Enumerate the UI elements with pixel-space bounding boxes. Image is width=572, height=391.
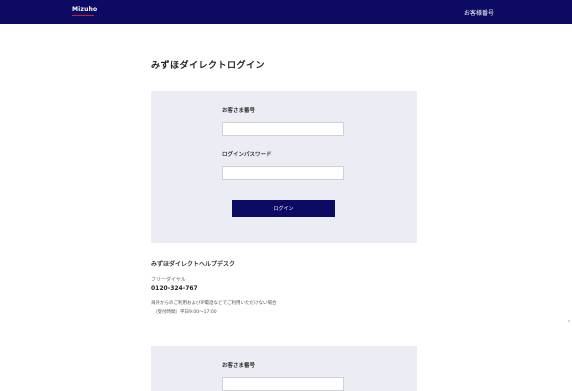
login-button[interactable]: ログイン: [232, 200, 335, 217]
customer-number-label: お客さま番号: [222, 108, 256, 114]
top-navigation-bar: Mizuho お客様番号: [0, 0, 572, 24]
help-desk-hours: （受付時間）平日9:00〜17:00: [153, 310, 217, 315]
header-link[interactable]: お客様番号: [464, 8, 494, 17]
logo-underline: [72, 15, 94, 16]
help-desk-title: みずほダイレクトヘルプデスク: [151, 261, 236, 268]
page: Mizuho お客様番号 みずほダイレクトログイン お客さま番号 ログインパスワ…: [0, 0, 572, 391]
password-label: ログインパスワード: [222, 152, 272, 158]
customer-number-input[interactable]: [222, 122, 344, 136]
mizuho-logo[interactable]: Mizuho: [72, 6, 104, 18]
page-title: みずほダイレクトログイン: [151, 61, 266, 71]
logo-text: Mizuho: [72, 6, 98, 13]
help-desk-phone[interactable]: 0120-324-767: [151, 285, 198, 292]
help-desk-subtitle: フリーダイヤル: [151, 277, 186, 283]
help-desk-note: 海外からのご利用およびIP電話などでご利用いただけない場合: [151, 301, 277, 306]
customer-number-label-2: お客さま番号: [222, 363, 256, 369]
login-panel: お客さま番号 ログインパスワード ログイン: [151, 91, 417, 243]
password-input[interactable]: [222, 166, 344, 180]
customer-number-input-2[interactable]: [222, 377, 344, 391]
secondary-login-panel: お客さま番号: [151, 346, 417, 391]
scroll-arrow-icon[interactable]: ‹: [568, 318, 570, 325]
